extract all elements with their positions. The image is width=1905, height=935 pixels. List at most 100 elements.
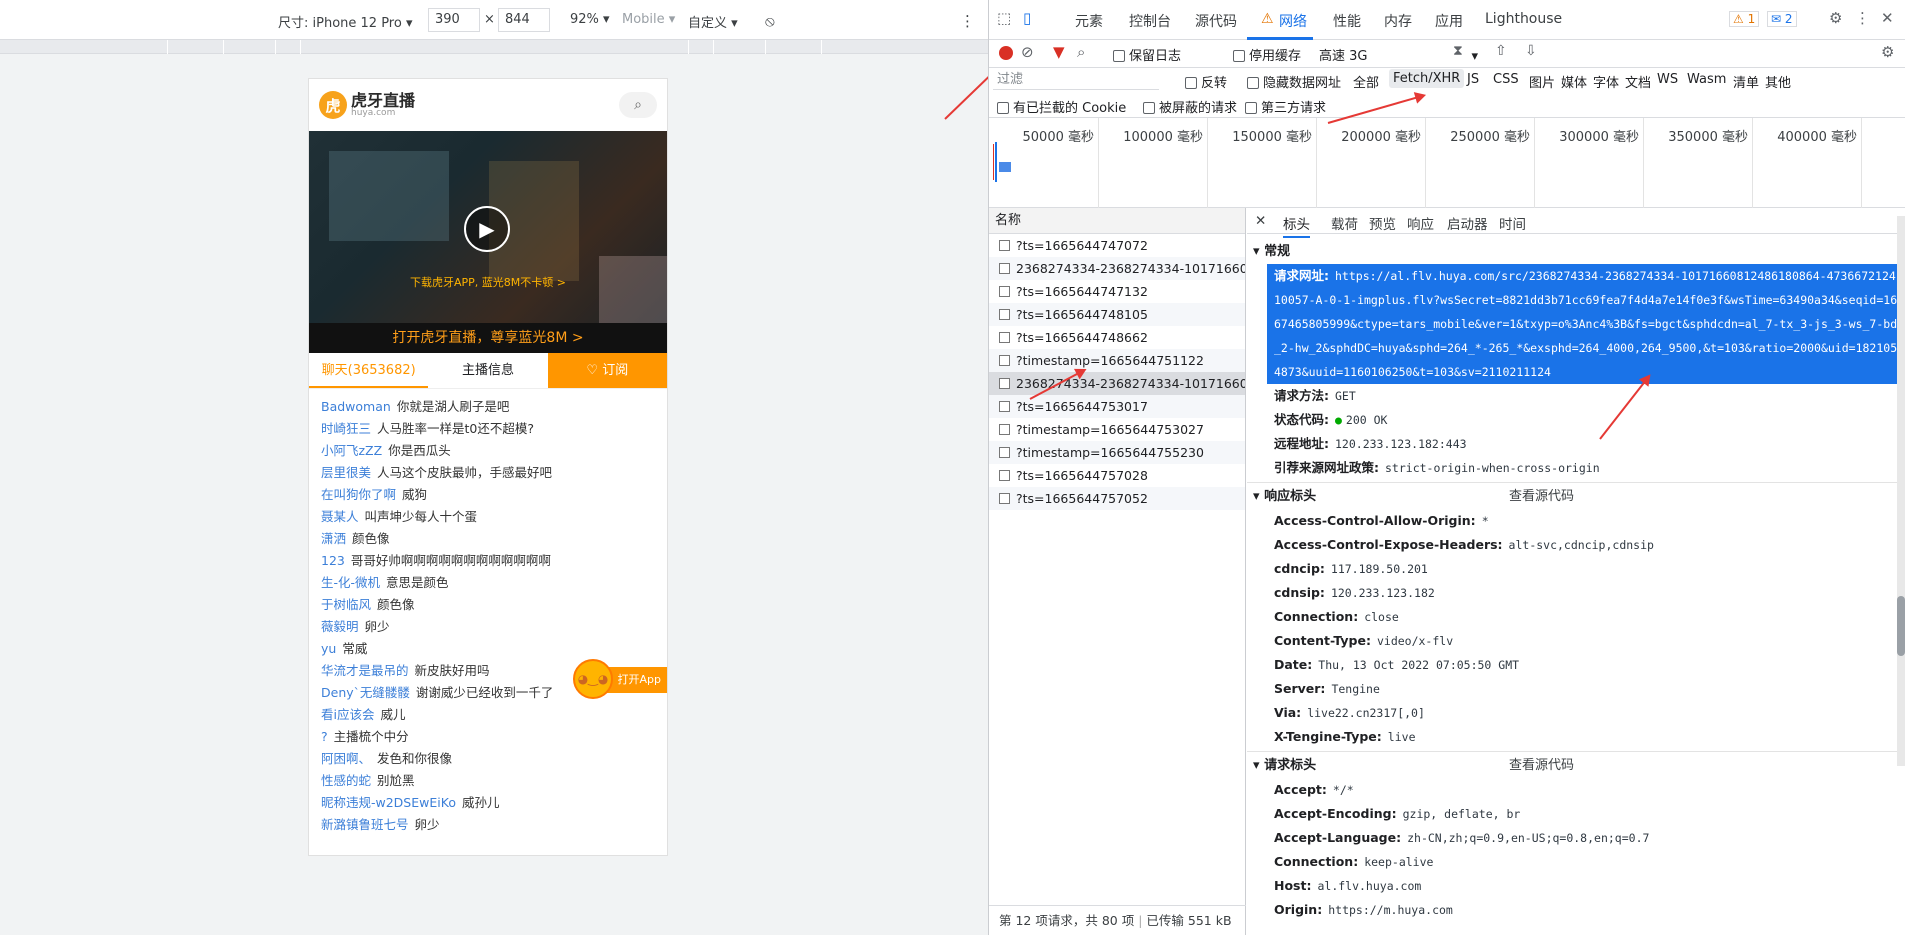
chat-username[interactable]: 层里很美: [321, 465, 371, 480]
chat-username[interactable]: 于树临风: [321, 597, 371, 612]
subscribe-button[interactable]: ♡ 订阅: [547, 353, 667, 388]
chat-username[interactable]: 新潞镇鲁班七号: [321, 817, 409, 832]
request-row[interactable]: ?ts=1665644753017: [989, 395, 1245, 418]
general-section-header[interactable]: ▾ 常规: [1247, 240, 1905, 264]
more-vertical-icon[interactable]: ⋮: [1855, 9, 1870, 27]
export-har-icon[interactable]: ⇩: [1525, 43, 1537, 59]
throttle-select[interactable]: 自定义 ▾: [688, 12, 738, 31]
tab-network[interactable]: 网络: [1279, 11, 1307, 31]
tab-performance[interactable]: 性能: [1333, 11, 1361, 31]
video-player[interactable]: ▶ 下载虎牙APP, 蓝光8M不卡顿 >: [309, 131, 667, 323]
third-party-checkbox[interactable]: 第三方请求: [1245, 97, 1326, 116]
tab-preview[interactable]: 预览: [1369, 213, 1396, 233]
settings-gear-icon[interactable]: ⚙: [1829, 9, 1842, 27]
filter-media[interactable]: 媒体: [1561, 72, 1587, 91]
device-select[interactable]: 尺寸: iPhone 12 Pro ▾: [278, 12, 413, 31]
filter-icon[interactable]: ▼: [1053, 43, 1065, 61]
request-row[interactable]: ?ts=1665644747132: [989, 280, 1245, 303]
record-icon[interactable]: [999, 46, 1013, 60]
device-toggle-icon[interactable]: ▯: [1023, 9, 1031, 27]
hide-data-urls-checkbox[interactable]: 隐藏数据网址: [1247, 72, 1341, 91]
tab-sources[interactable]: 源代码: [1195, 11, 1237, 31]
tab-memory[interactable]: 内存: [1384, 11, 1412, 31]
filter-fetch-xhr[interactable]: Fetch/XHR: [1389, 69, 1465, 88]
detail-scrollbar[interactable]: [1897, 216, 1905, 766]
scrollbar-thumb[interactable]: [1897, 596, 1905, 656]
chat-username[interactable]: 时崎狂三: [321, 421, 371, 436]
import-har-icon[interactable]: ⇧: [1495, 43, 1507, 59]
chat-username[interactable]: 薇毅明: [321, 619, 359, 634]
request-row[interactable]: ?timestamp=1665644751122: [989, 349, 1245, 372]
filter-wasm[interactable]: Wasm: [1687, 72, 1726, 87]
open-app-banner[interactable]: 打开虎牙直播，尊享蓝光8M >: [309, 323, 667, 353]
request-row[interactable]: 2368274334-2368274334-10171660...: [989, 372, 1245, 395]
filter-ws[interactable]: WS: [1657, 72, 1678, 87]
close-devtools-icon[interactable]: ✕: [1881, 9, 1894, 27]
chat-username[interactable]: 昵称违规-w2DSEwEiKo: [321, 795, 456, 810]
close-detail-icon[interactable]: ✕: [1255, 213, 1266, 229]
search-icon[interactable]: ⌕: [1077, 43, 1085, 61]
request-row[interactable]: ?timestamp=1665644755230: [989, 441, 1245, 464]
chat-username[interactable]: 华流才是最吊的: [321, 663, 409, 678]
request-row[interactable]: ?ts=1665644748105: [989, 303, 1245, 326]
chat-username[interactable]: ?: [321, 729, 328, 744]
request-row[interactable]: ?ts=1665644757052: [989, 487, 1245, 510]
chat-username[interactable]: 聂某人: [321, 509, 359, 524]
request-row[interactable]: ?timestamp=1665644753027: [989, 418, 1245, 441]
network-overview-timeline[interactable]: 50000 毫秒 100000 毫秒 150000 毫秒 200000 毫秒 25000…: [989, 118, 1905, 208]
tab-lighthouse[interactable]: Lighthouse: [1485, 11, 1562, 27]
chat-username[interactable]: 在叫狗你了啊: [321, 487, 396, 502]
tab-response[interactable]: 响应: [1407, 213, 1434, 233]
chat-username[interactable]: 123: [321, 553, 345, 568]
chat-username[interactable]: 小阿飞zZZ: [321, 443, 382, 458]
chat-username[interactable]: 潇洒: [321, 531, 346, 546]
clear-icon[interactable]: ⊘: [1021, 43, 1034, 61]
blocked-requests-checkbox[interactable]: 被屏蔽的请求: [1143, 97, 1237, 116]
network-settings-icon[interactable]: ⚙: [1881, 43, 1894, 61]
tab-payload[interactable]: 载荷: [1331, 213, 1358, 233]
play-icon[interactable]: ▶: [464, 206, 510, 252]
tab-timing[interactable]: 时间: [1499, 213, 1526, 233]
request-row[interactable]: ?ts=1665644748662: [989, 326, 1245, 349]
response-view-source-link[interactable]: 查看源代码: [1509, 485, 1574, 509]
warnings-badge[interactable]: ⚠ 1: [1729, 11, 1760, 27]
filter-doc[interactable]: 文档: [1625, 72, 1651, 91]
open-app-float-button[interactable]: 打开App ◕‿◕: [569, 659, 667, 701]
mode-select[interactable]: Mobile ▾: [622, 12, 675, 27]
filter-js[interactable]: JS: [1467, 72, 1479, 87]
video-promo-text[interactable]: 下载虎牙APP, 蓝光8M不卡顿 >: [309, 274, 667, 290]
network-conditions-icon[interactable]: ⧗: [1453, 43, 1463, 59]
search-icon[interactable]: ⌕: [619, 92, 657, 118]
response-headers-section-header[interactable]: ▾ 响应标头 查看源代码: [1247, 485, 1905, 509]
chat-username[interactable]: 看i应该会: [321, 707, 374, 722]
request-row[interactable]: 2368274334-2368274334-10171660...: [989, 257, 1245, 280]
tab-initiator[interactable]: 启动器: [1447, 213, 1488, 233]
request-view-source-link[interactable]: 查看源代码: [1509, 754, 1574, 778]
chat-username[interactable]: yu: [321, 641, 336, 656]
inspect-element-icon[interactable]: ⬚: [997, 9, 1011, 27]
width-input[interactable]: 390: [428, 8, 480, 32]
filter-css[interactable]: CSS: [1493, 72, 1519, 87]
zoom-select[interactable]: 92% ▾: [570, 12, 610, 27]
request-url[interactable]: 请求网址: https://al.flv.huya.com/src/2368274…: [1267, 264, 1903, 384]
tab-headers[interactable]: 标头: [1283, 213, 1310, 238]
blocked-cookies-checkbox[interactable]: 有已拦截的 Cookie: [997, 97, 1126, 116]
chat-username[interactable]: Deny`无缝髅髅: [321, 685, 410, 700]
filter-font[interactable]: 字体: [1593, 72, 1619, 91]
height-input[interactable]: 844: [498, 8, 550, 32]
invert-checkbox[interactable]: 反转: [1185, 72, 1227, 91]
huya-logo[interactable]: 虎 虎牙直播 huya.com: [319, 91, 415, 119]
chat-username[interactable]: 生-化-微机: [321, 575, 380, 590]
request-row[interactable]: ?ts=1665644757028: [989, 464, 1245, 487]
filter-all[interactable]: 全部: [1353, 72, 1379, 91]
filter-input[interactable]: 过滤: [993, 70, 1159, 90]
filter-manifest[interactable]: 清单: [1733, 72, 1759, 91]
chat-username[interactable]: Badwoman: [321, 399, 391, 414]
chat-username[interactable]: 阿困啊、: [321, 751, 371, 766]
disable-cache-checkbox[interactable]: 停用缓存: [1233, 45, 1301, 64]
tab-elements[interactable]: 元素: [1075, 11, 1103, 31]
request-headers-section-header[interactable]: ▾ 请求标头 查看源代码: [1247, 754, 1905, 778]
chat-username[interactable]: 性感的蛇: [321, 773, 371, 788]
messages-badge[interactable]: ✉ 2: [1767, 11, 1797, 27]
rotate-icon[interactable]: ⦸: [765, 12, 775, 30]
